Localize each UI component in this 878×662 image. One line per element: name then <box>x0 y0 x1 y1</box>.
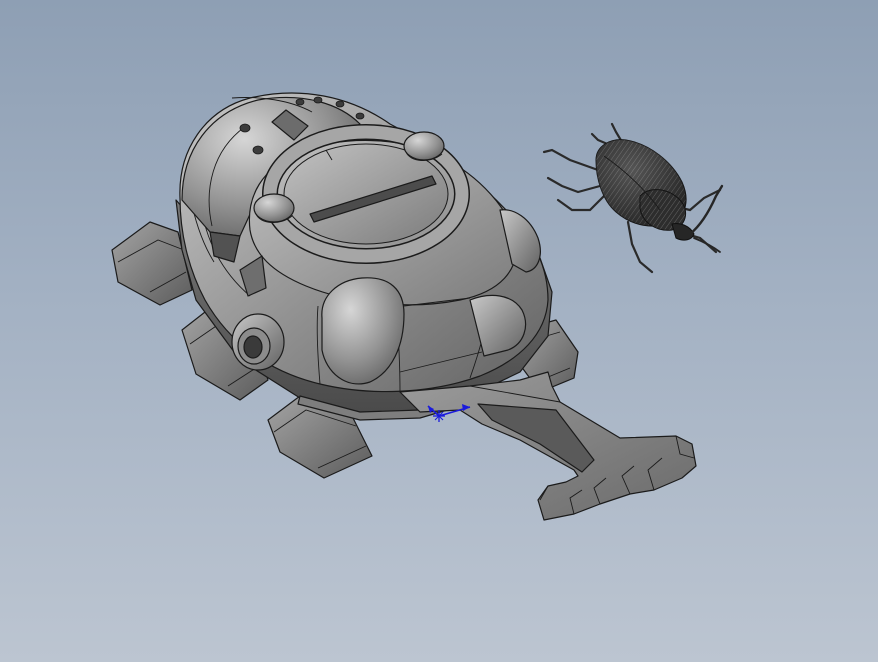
tail-arm[interactable] <box>399 371 697 521</box>
side-port[interactable] <box>231 313 285 371</box>
vent-hole <box>335 100 345 108</box>
vent-hole <box>295 98 305 106</box>
graphics-viewport[interactable] <box>0 0 878 662</box>
knob-right[interactable] <box>403 131 445 161</box>
vent-hole <box>252 145 264 155</box>
beetle-head <box>671 223 695 241</box>
model-canvas[interactable] <box>0 0 878 662</box>
beetle-horn <box>688 184 724 236</box>
vent-hole <box>313 96 323 104</box>
knob-left[interactable] <box>253 193 295 223</box>
vent-hole <box>239 123 251 133</box>
beetle-reference-model[interactable] <box>542 122 724 274</box>
vent-hole <box>355 112 365 120</box>
